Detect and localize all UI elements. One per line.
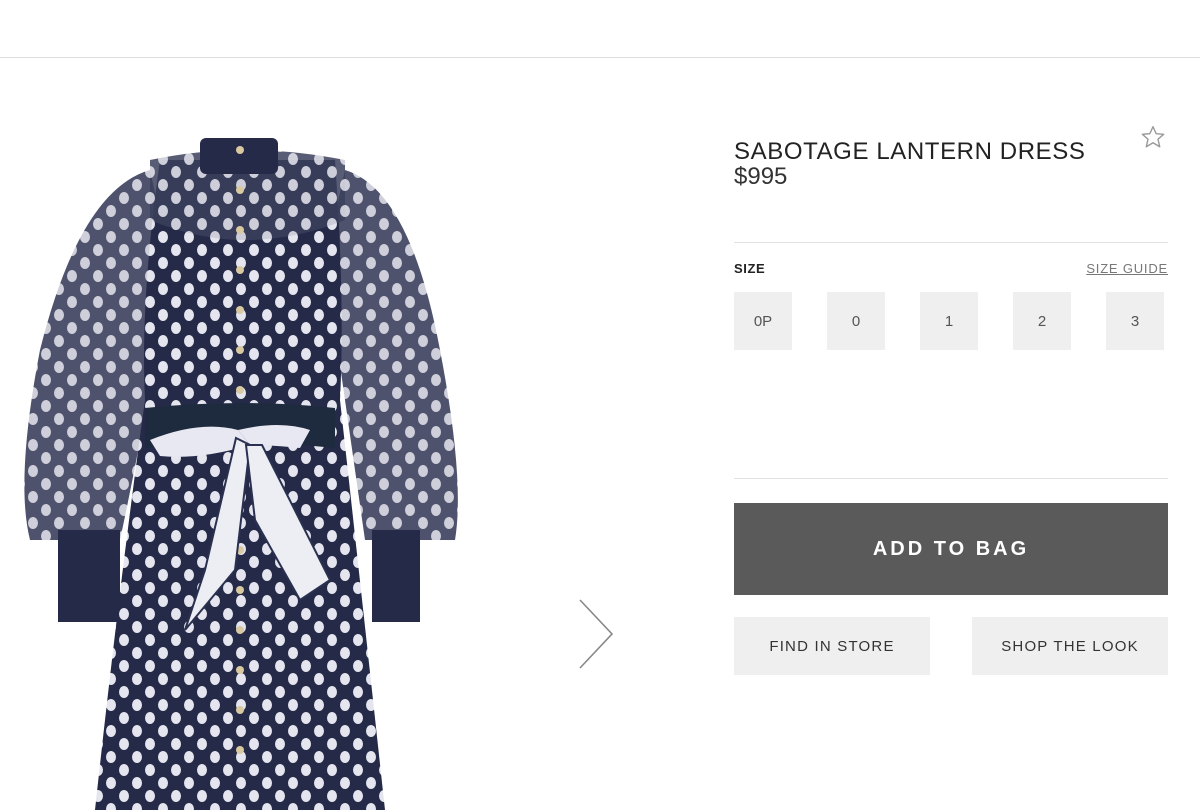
divider xyxy=(734,242,1168,243)
size-guide-link[interactable]: SIZE GUIDE xyxy=(1086,261,1168,276)
find-in-store-button[interactable]: FIND IN STORE xyxy=(734,617,930,675)
product-title: SABOTAGE LANTERN DRESS xyxy=(734,138,1086,166)
shop-the-look-button[interactable]: SHOP THE LOOK xyxy=(972,617,1168,675)
product-price: $995 xyxy=(734,163,788,190)
product-gallery xyxy=(0,100,700,810)
add-to-bag-button[interactable]: ADD TO BAG xyxy=(734,503,1168,595)
size-option-3[interactable]: 3 xyxy=(1106,292,1164,350)
size-option-2[interactable]: 2 xyxy=(1013,292,1071,350)
product-image xyxy=(24,138,458,810)
next-image-button[interactable] xyxy=(572,596,620,672)
favorite-button[interactable] xyxy=(1140,124,1166,150)
star-outline-icon xyxy=(1141,126,1165,148)
chevron-right-icon xyxy=(579,599,614,669)
size-option-0[interactable]: 0 xyxy=(827,292,885,350)
header-divider xyxy=(0,57,1200,58)
divider xyxy=(734,478,1168,479)
size-option-1[interactable]: 1 xyxy=(920,292,978,350)
size-options: 0P 0 1 2 3 xyxy=(734,292,1168,350)
size-option-0p[interactable]: 0P xyxy=(734,292,792,350)
size-label: SIZE xyxy=(734,261,766,276)
